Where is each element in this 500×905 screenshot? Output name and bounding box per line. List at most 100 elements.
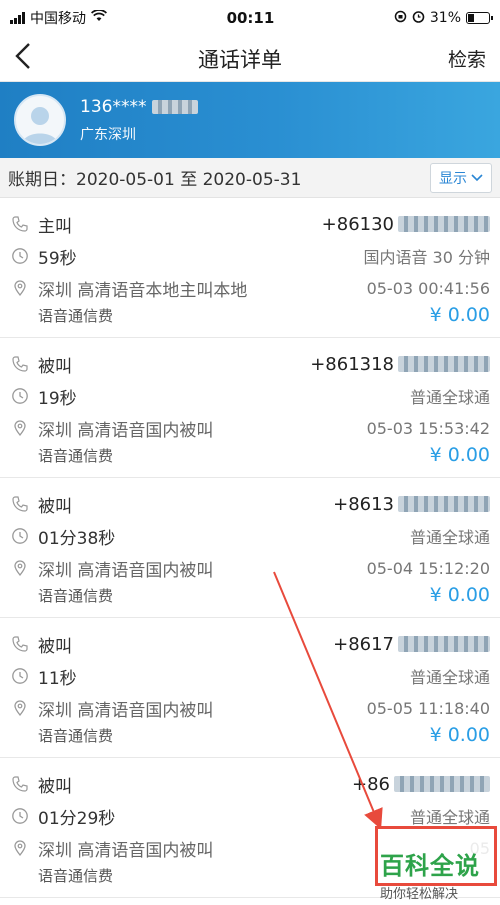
rotation-lock-icon xyxy=(394,10,407,27)
redaction-mask xyxy=(398,356,490,372)
record-row-fee: 语音通信费 ¥ 0.00 xyxy=(10,584,490,606)
show-dropdown-button[interactable]: 显示 xyxy=(430,162,492,193)
record-amount: ¥ 0.00 xyxy=(429,724,490,746)
redaction-mask xyxy=(398,496,490,512)
record-location: 深圳 高清语音国内被叫 xyxy=(10,696,213,721)
redaction-mask xyxy=(398,636,490,652)
battery-fill xyxy=(468,14,474,22)
profile-header: 136**** 广东深圳 xyxy=(0,82,500,158)
record-fee-label: 语音通信费 xyxy=(38,306,114,325)
clock-icon xyxy=(10,806,30,826)
clock-icon xyxy=(10,246,30,266)
record-duration-label: 01分29秒 xyxy=(38,808,116,829)
record-type-label: 被叫 xyxy=(38,356,72,377)
record-row-duration: 59秒 国内语音 30 分钟 xyxy=(10,240,490,272)
record-row-type: 被叫 +8613 xyxy=(10,488,490,520)
record-number-text: +861318 xyxy=(310,353,394,375)
signal-icon xyxy=(10,12,25,24)
record-plan: 普通全球通 xyxy=(409,808,490,827)
status-left: 中国移动 xyxy=(10,8,108,28)
record-duration-label: 59秒 xyxy=(38,248,77,269)
record-number-text: +86 xyxy=(352,773,390,795)
call-record[interactable]: 被叫 +8613 01分38秒 普通全球通 深圳 高清语音国内被叫 05-04 … xyxy=(0,478,500,618)
record-type: 主叫 xyxy=(10,212,72,237)
record-plan: 普通全球通 xyxy=(409,668,490,687)
profile-phone: 136**** xyxy=(80,96,199,117)
record-location: 深圳 高清语音国内被叫 xyxy=(10,836,213,861)
call-record[interactable]: 被叫 +8617 11秒 普通全球通 深圳 高清语音国内被叫 05-05 11:… xyxy=(0,618,500,758)
record-row-duration: 11秒 普通全球通 xyxy=(10,660,490,692)
show-label: 显示 xyxy=(439,170,467,187)
clock-icon xyxy=(10,386,30,406)
record-location: 深圳 高清语音本地主叫本地 xyxy=(10,276,247,301)
record-amount: ¥ 0.00 xyxy=(429,444,490,466)
call-record[interactable]: 主叫 +86130 59秒 国内语音 30 分钟 深圳 高清语音本地主叫本地 0… xyxy=(0,198,500,338)
record-fee-label: 语音通信费 xyxy=(38,866,114,885)
watermark-sub: 助你轻松解决 xyxy=(380,887,459,902)
record-row-type: 被叫 +86 xyxy=(10,768,490,800)
nav-bar: 通话详单 检索 xyxy=(0,36,500,82)
phone-icon xyxy=(10,494,30,514)
phone-icon xyxy=(10,774,30,794)
record-plan: 普通全球通 xyxy=(409,388,490,407)
phone-icon xyxy=(10,214,30,234)
record-row-location: 深圳 高清语音国内被叫 05-05 11:18:40 xyxy=(10,692,490,724)
chevron-left-icon[interactable] xyxy=(14,42,54,76)
search-button[interactable]: 检索 xyxy=(426,45,486,72)
record-duration-label: 11秒 xyxy=(38,668,77,689)
call-record[interactable]: 被叫 +861318 19秒 普通全球通 深圳 高清语音国内被叫 05-03 1… xyxy=(0,338,500,478)
record-type: 被叫 xyxy=(10,632,72,657)
profile-phone-number: 136**** xyxy=(80,96,147,117)
alarm-icon xyxy=(412,10,425,27)
record-duration-label: 01分38秒 xyxy=(38,528,116,549)
record-fee-label: 语音通信费 xyxy=(38,446,114,465)
record-amount: ¥ 0.00 xyxy=(429,304,490,326)
record-duration-label: 19秒 xyxy=(38,388,77,409)
record-duration: 59秒 xyxy=(10,244,77,269)
record-number: +8613 xyxy=(333,494,490,515)
record-duration: 11秒 xyxy=(10,664,77,689)
record-fee-label: 语音通信费 xyxy=(38,586,114,605)
record-type: 被叫 xyxy=(10,492,72,517)
record-number: +861318 xyxy=(310,354,490,375)
record-location: 深圳 高清语音国内被叫 xyxy=(10,416,213,441)
record-row-type: 被叫 +861318 xyxy=(10,348,490,380)
phone-icon xyxy=(10,354,30,374)
record-location-label: 深圳 高清语音本地主叫本地 xyxy=(38,280,248,301)
record-row-fee: 语音通信费 ¥ 0.00 xyxy=(10,444,490,466)
page-title: 通话详单 xyxy=(198,47,282,72)
record-row-location: 深圳 高清语音国内被叫 05-03 15:53:42 xyxy=(10,412,490,444)
redaction-mask xyxy=(152,99,199,114)
record-number: +86130 xyxy=(322,214,490,235)
record-row-type: 主叫 +86130 xyxy=(10,208,490,240)
call-record-list: 主叫 +86130 59秒 国内语音 30 分钟 深圳 高清语音本地主叫本地 0… xyxy=(0,198,500,898)
carrier-name: 中国移动 xyxy=(30,11,86,27)
record-type: 被叫 xyxy=(10,352,72,377)
profile-info: 136**** 广东深圳 xyxy=(80,96,199,144)
bill-period: 账期日：2020-05-01 至 2020-05-31 xyxy=(8,170,302,190)
record-number: +8617 xyxy=(333,634,490,655)
record-type-label: 被叫 xyxy=(38,776,72,797)
record-datetime: 05-03 00:41:56 xyxy=(366,278,490,298)
record-type-label: 被叫 xyxy=(38,496,72,517)
status-right: 31% xyxy=(394,10,493,27)
wifi-icon xyxy=(90,9,108,26)
redaction-mask xyxy=(398,216,490,232)
chevron-down-icon xyxy=(471,173,483,181)
clock-icon xyxy=(10,666,30,686)
phone-icon xyxy=(10,634,30,654)
record-row-duration: 01分38秒 普通全球通 xyxy=(10,520,490,552)
record-row-type: 被叫 +8617 xyxy=(10,628,490,660)
record-plan: 普通全球通 xyxy=(409,528,490,547)
watermark-main: 百科全说 xyxy=(380,852,480,880)
record-plan: 国内语音 30 分钟 xyxy=(363,248,490,267)
record-type-label: 被叫 xyxy=(38,636,72,657)
record-duration: 19秒 xyxy=(10,384,77,409)
record-fee-label: 语音通信费 xyxy=(38,726,114,745)
avatar xyxy=(14,94,66,146)
location-pin-icon xyxy=(10,558,30,578)
location-pin-icon xyxy=(10,278,30,298)
profile-city: 广东深圳 xyxy=(80,126,136,143)
record-duration: 01分29秒 xyxy=(10,804,115,829)
record-row-fee: 语音通信费 ¥ 0.00 xyxy=(10,724,490,746)
